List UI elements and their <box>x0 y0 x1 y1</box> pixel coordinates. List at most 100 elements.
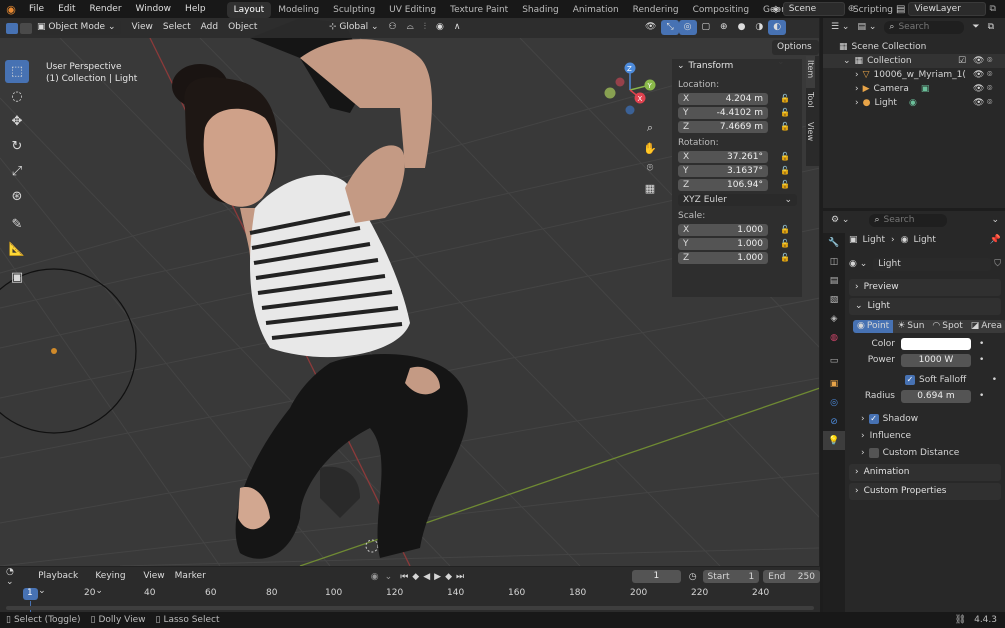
influence-subpanel-header[interactable]: › Influence <box>849 428 1001 443</box>
chevron-right-icon[interactable]: › <box>855 82 859 96</box>
light-type-area[interactable]: ◪ Area <box>966 319 1005 333</box>
wireframe-shading-icon[interactable]: ⊕ <box>715 20 733 35</box>
camera-render-icon[interactable]: ⌾ <box>987 54 992 68</box>
menu-render[interactable]: Render <box>83 0 129 18</box>
tab-uv-editing[interactable]: UV Editing <box>382 2 443 18</box>
jump-end-icon[interactable]: ⏭ <box>456 572 464 582</box>
solid-shading-icon[interactable]: ● <box>733 20 751 35</box>
menu-view[interactable]: View <box>138 569 169 584</box>
gizmo-neg-x-handle[interactable] <box>615 77 625 87</box>
scale-y-field[interactable]: Y 1.000 🔓 <box>678 237 802 250</box>
menu-object[interactable]: Object <box>223 20 262 35</box>
animation-panel-header[interactable]: › Animation <box>849 464 1001 481</box>
light-panel-header[interactable]: ⌄ Light <box>849 298 1001 315</box>
scene-name[interactable]: Scene <box>782 2 845 16</box>
3d-viewport[interactable]: ▣ Object Mode ⌄ View Select Add Object ⊹… <box>0 18 820 566</box>
eye-icon[interactable]: 👁 <box>973 96 984 110</box>
chevron-right-icon[interactable]: › <box>855 96 859 110</box>
light-data-icon[interactable]: ◉ <box>909 96 917 110</box>
end-frame-field[interactable]: End 250 <box>763 570 820 583</box>
start-frame-field[interactable]: Start 1 <box>702 570 760 583</box>
collection-tab-icon[interactable]: ▭ <box>823 351 845 370</box>
gizmo-toggle-icon[interactable]: ⤡ <box>661 20 679 35</box>
gizmo-neg-z-handle[interactable] <box>625 105 635 115</box>
keyframe-dot-icon[interactable]: • <box>979 355 984 365</box>
select-box-tool-icon[interactable]: ⬚ <box>5 60 29 83</box>
transform-panel-header[interactable]: ⌄ Transform <box>672 59 802 73</box>
scale-z-field[interactable]: Z 1.000 🔓 <box>678 251 802 264</box>
view-layer-name[interactable]: ViewLayer <box>908 2 987 16</box>
eye-icon[interactable]: 👁 <box>973 68 984 82</box>
clock-icon[interactable]: ◷ <box>689 572 697 582</box>
light-type-spot[interactable]: ◠ Spot <box>928 319 967 333</box>
rotation-z-field[interactable]: Z 106.94° 🔓 <box>678 178 802 191</box>
tab-compositing[interactable]: Compositing <box>686 2 756 18</box>
zoom-icon[interactable]: ⌕ <box>639 118 661 138</box>
custom-properties-panel-header[interactable]: › Custom Properties <box>849 483 1001 500</box>
tab-sculpting[interactable]: Sculpting <box>326 2 382 18</box>
lock-icon[interactable]: 🔓 <box>780 239 790 248</box>
sidebar-tab-item[interactable]: Item <box>806 56 815 88</box>
keyframe-dot-icon[interactable]: • <box>992 375 997 385</box>
pivot-point-icon[interactable]: ⚇ <box>384 20 402 35</box>
prev-keyframe-icon[interactable]: ◆ <box>412 572 419 582</box>
soft-falloff-row[interactable]: ✓ Soft Falloff • <box>849 373 1001 387</box>
tree-item-mesh[interactable]: › ▽ 10006_w_Myriam_1( 👁 ⌾ <box>823 68 1005 82</box>
transform-tool-icon[interactable]: ⊛ <box>5 185 29 208</box>
snap-target-icon[interactable]: ⫶ <box>419 20 431 35</box>
editor-type-icon[interactable]: ☰ ⌄ <box>831 22 849 32</box>
perspective-grid-icon[interactable]: ▦ <box>639 178 661 198</box>
light-type-sun[interactable]: ☀ Sun <box>893 319 929 333</box>
menu-file[interactable]: File <box>22 0 51 18</box>
scene-tab-icon[interactable]: ◈ <box>823 309 845 328</box>
menu-view[interactable]: View <box>127 20 158 35</box>
filter-icon[interactable]: ⏷ <box>972 22 979 32</box>
rotation-x-field[interactable]: X 37.261° 🔓 <box>678 150 802 163</box>
visibility-icon[interactable]: 👁 <box>640 20 661 35</box>
lock-icon[interactable]: 🔓 <box>780 122 790 131</box>
lock-icon[interactable]: 🔓 <box>780 152 790 161</box>
chevron-down-icon[interactable]: ⌄ <box>991 215 999 225</box>
tree-item-camera[interactable]: › ▶ Camera ▣ 👁 ⌾ <box>823 82 1005 96</box>
render-tab-icon[interactable]: ◫ <box>823 252 845 271</box>
checkbox-checked-icon[interactable]: ✓ <box>868 413 879 424</box>
shadow-subpanel-header[interactable]: › ✓ Shadow <box>849 411 1001 426</box>
chevron-right-icon[interactable]: › <box>855 68 859 82</box>
sidebar-tab-view[interactable]: View <box>806 118 815 148</box>
physics-tab-icon[interactable]: ◎ <box>823 393 845 412</box>
lock-icon[interactable]: 🔓 <box>780 94 790 103</box>
camera-data-icon[interactable]: ▣ <box>921 82 930 96</box>
snap-icon[interactable]: ⌓ <box>402 20 419 35</box>
preview-panel-header[interactable]: › Preview <box>849 279 1001 296</box>
radius-field[interactable]: 0.694 m <box>901 389 971 403</box>
lock-icon[interactable]: 🔓 <box>780 108 790 117</box>
navigation-gizmo[interactable]: Z Y X <box>600 58 662 120</box>
select-extend-icon[interactable] <box>20 22 32 34</box>
checkbox-checked-icon[interactable]: ✓ <box>905 375 915 385</box>
rotate-tool-icon[interactable]: ↻ <box>5 135 29 158</box>
jump-start-icon[interactable]: ⏮ <box>400 572 408 582</box>
menu-help[interactable]: Help <box>178 0 213 18</box>
rotation-mode-dropdown[interactable]: XYZ Euler ⌄ <box>678 194 797 206</box>
annotate-tool-icon[interactable]: ✎ <box>5 213 29 236</box>
location-y-field[interactable]: Y -4.4102 m 🔓 <box>678 106 802 119</box>
xray-icon[interactable]: ▢ <box>697 20 716 35</box>
tree-item-light[interactable]: › ● Light ◉ 👁 ⌾ <box>823 96 1005 110</box>
light-origin[interactable] <box>51 348 57 354</box>
lock-icon[interactable]: 🔓 <box>780 253 790 262</box>
menu-window[interactable]: Window <box>129 0 179 18</box>
display-mode-icon[interactable]: ▤ ⌄ <box>857 22 876 32</box>
tab-animation[interactable]: Animation <box>566 2 626 18</box>
rotation-y-field[interactable]: Y 3.1637° 🔓 <box>678 164 802 177</box>
eye-icon[interactable]: 👁 <box>973 54 984 68</box>
menu-marker[interactable]: Marker <box>170 569 211 584</box>
menu-edit[interactable]: Edit <box>51 0 82 18</box>
menu-keying[interactable]: Keying ⌄ <box>90 569 138 596</box>
pan-hand-icon[interactable]: ✋ <box>639 138 661 158</box>
camera-render-icon[interactable]: ⌾ <box>987 68 992 82</box>
camera-render-icon[interactable]: ⌾ <box>987 96 992 110</box>
sidebar-tab-tool[interactable]: Tool <box>806 88 815 118</box>
tree-item-scene-collection[interactable]: ▦ Scene Collection <box>823 40 1005 54</box>
checkbox-checked-icon[interactable]: ☑ <box>958 54 966 68</box>
scale-tool-icon[interactable]: ⤢ <box>5 160 29 183</box>
